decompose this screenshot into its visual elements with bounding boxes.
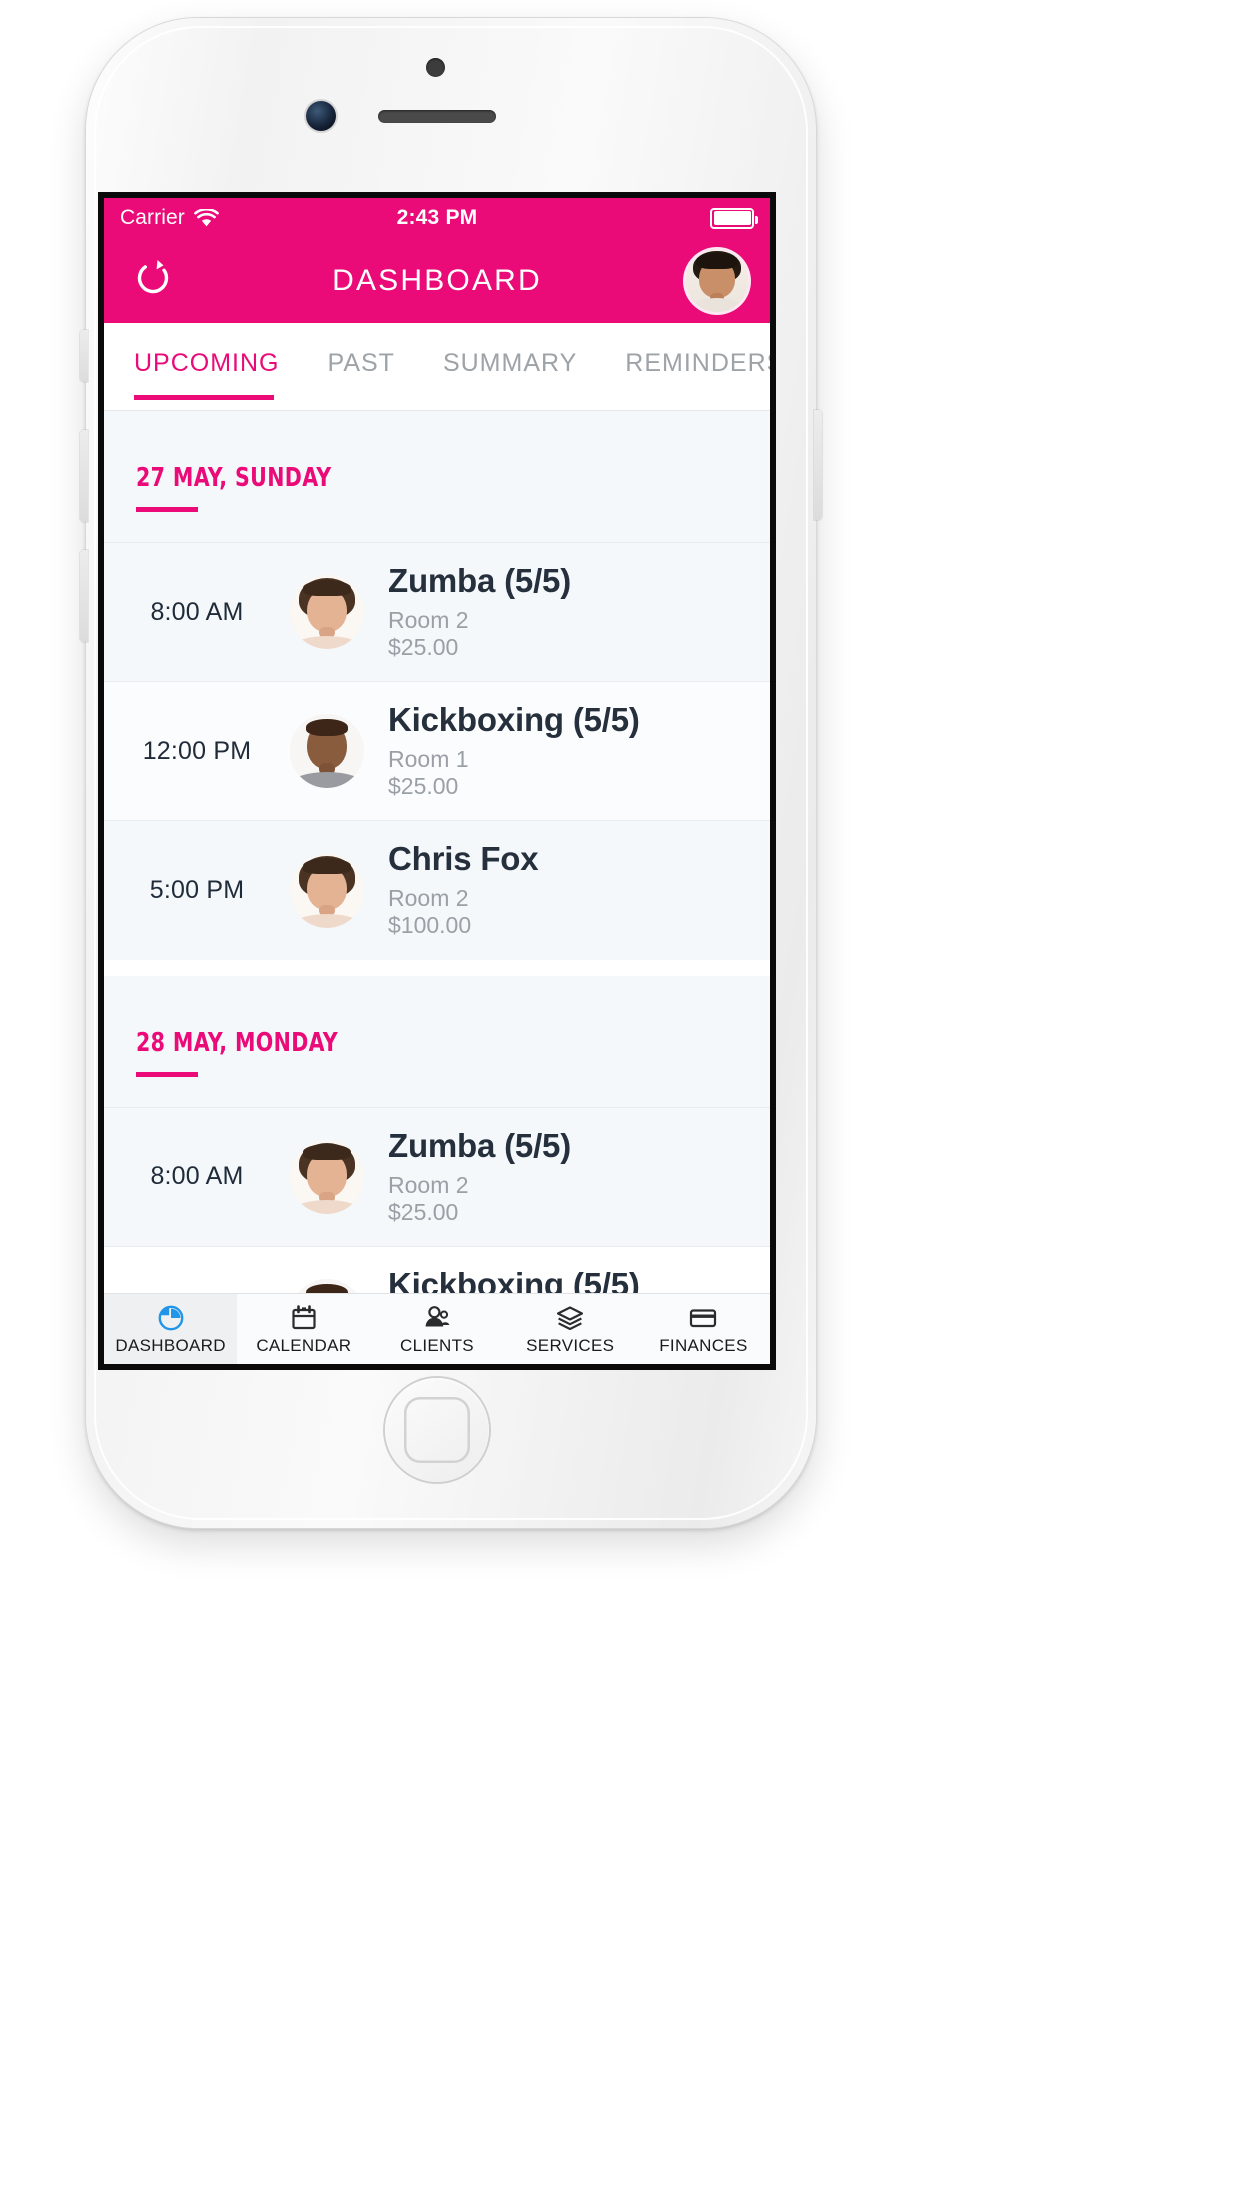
bottom-tab-finances[interactable]: FINANCES (637, 1294, 770, 1364)
proximity-sensor-icon (426, 58, 445, 77)
bottom-tab-label: SERVICES (526, 1335, 615, 1355)
bottom-tab-dashboard[interactable]: DASHBOARD (104, 1294, 238, 1364)
avatar-illustration (290, 1139, 364, 1214)
appointment-title: Chris Fox (388, 840, 539, 878)
volume-up-button[interactable] (80, 430, 88, 522)
pie-chart-icon (156, 1303, 186, 1333)
appointment-details: Zumba (5/5) Room 2 $25.00 (388, 562, 748, 661)
table-row[interactable]: 5:00 PM Chris Fox Room 2 $100.00 (104, 820, 770, 960)
appointment-title: Kickboxing (5/5) (388, 701, 640, 739)
day-header-underline (136, 507, 198, 512)
client-avatar (290, 1278, 364, 1293)
bottom-tab-label: CALENDAR (256, 1335, 352, 1355)
power-button[interactable] (814, 410, 822, 520)
people-icon (422, 1303, 452, 1333)
table-row[interactable]: 8:00 AM Zumba (5/5) Room 2 $25.00 (104, 1106, 770, 1246)
avatar-illustration (290, 575, 364, 650)
table-row[interactable]: 12:00 PM Kickboxing (5/5) Room 1 $25.00 (104, 681, 770, 821)
client-avatar (290, 714, 364, 789)
table-row[interactable]: 8:00 AM Zumba (5/5) Room 2 $25.00 (104, 542, 770, 682)
appointment-title: Zumba (5/5) (388, 1126, 571, 1164)
client-avatar (290, 853, 364, 928)
bottom-tab-services[interactable]: SERVICES (504, 1294, 637, 1364)
appointment-room: Room 2 (388, 885, 469, 912)
bottom-tab-bar: DASHBOARD CALENDAR CLIENTS SERVICES FINA… (104, 1293, 770, 1364)
credit-card-icon (688, 1303, 718, 1333)
appointment-details: Chris Fox Room 2 $100.00 (388, 840, 748, 939)
volume-down-button[interactable] (80, 550, 88, 642)
avatar-illustration (290, 1278, 364, 1293)
tab-strip: UPCOMING PAST SUMMARY REMINDERS (104, 323, 770, 411)
appointment-time: 8:00 AM (150, 1162, 244, 1191)
bottom-tab-label: DASHBOARD (115, 1335, 226, 1355)
phone-screen: Carrier 2:43 PM DASHBOARD UPCOMING PAST … (104, 198, 770, 1364)
day-header: 27 MAY, SUNDAY (104, 411, 770, 542)
bottom-tab-label: CLIENTS (400, 1335, 474, 1355)
home-button[interactable] (385, 1378, 489, 1482)
tab-summary[interactable]: SUMMARY (443, 349, 577, 400)
tab-upcoming[interactable]: UPCOMING (134, 349, 280, 400)
avatar-illustration (290, 853, 364, 928)
appointment-details: Zumba (5/5) Room 2 $25.00 (388, 1126, 748, 1226)
appointment-room: Room 2 (388, 606, 469, 633)
navigation-bar: DASHBOARD (104, 238, 770, 323)
appointment-title: Kickboxing (5/5) (388, 1265, 640, 1293)
appointment-time: 12:00 PM (142, 736, 252, 765)
tab-reminders[interactable]: REMINDERS (625, 349, 770, 400)
appointment-price: $25.00 (388, 773, 459, 800)
table-row[interactable]: 12:00 PM Kickboxing (5/5) Room 1 $25.00 (104, 1245, 770, 1293)
appointment-details: Kickboxing (5/5) Room 1 $25.00 (388, 701, 748, 800)
carrier-indicator: Carrier (120, 206, 219, 230)
avatar-illustration (686, 249, 748, 312)
appointment-time: 5:00 PM (149, 876, 245, 904)
section-divider (104, 959, 770, 976)
appointment-price: $25.00 (388, 1198, 459, 1225)
appointment-time: 8:00 AM (150, 597, 244, 626)
silent-switch-button[interactable] (80, 330, 88, 382)
battery-fill (713, 211, 751, 225)
avatar[interactable] (686, 249, 748, 312)
page-title: DASHBOARD (332, 263, 542, 297)
day-header-label: 28 MAY, MONDAY (136, 1027, 339, 1058)
day-header-label: 27 MAY, SUNDAY (136, 463, 332, 493)
avatar-illustration (290, 714, 364, 789)
client-avatar (290, 575, 364, 650)
appointment-details: Kickboxing (5/5) Room 1 $25.00 (388, 1265, 748, 1293)
refresh-icon (132, 257, 174, 304)
bottom-tab-clients[interactable]: CLIENTS (370, 1294, 503, 1364)
appointment-room: Room 1 (388, 746, 469, 773)
day-header: 28 MAY, MONDAY (104, 975, 770, 1107)
client-avatar (290, 1139, 364, 1214)
front-camera-icon (306, 101, 336, 131)
carrier-label: Carrier (120, 206, 185, 229)
day-header-underline (136, 1071, 198, 1077)
refresh-button[interactable] (126, 254, 180, 308)
appointment-list[interactable]: 27 MAY, SUNDAY 8:00 AM Zumba (5/5) Room … (104, 411, 770, 1293)
battery-full-icon (710, 207, 758, 229)
appointment-price: $25.00 (388, 634, 459, 661)
layers-icon (555, 1303, 585, 1333)
appointment-room: Room 2 (388, 1171, 469, 1198)
wifi-icon (193, 208, 219, 228)
status-bar: Carrier 2:43 PM (104, 198, 770, 238)
appointment-title: Zumba (5/5) (388, 562, 571, 599)
tab-past[interactable]: PAST (328, 349, 395, 400)
earpiece-speaker (378, 110, 496, 123)
bottom-tab-label: FINANCES (659, 1335, 748, 1355)
calendar-icon (289, 1303, 319, 1333)
appointment-price: $100.00 (388, 912, 472, 939)
bottom-tab-calendar[interactable]: CALENDAR (237, 1294, 370, 1364)
